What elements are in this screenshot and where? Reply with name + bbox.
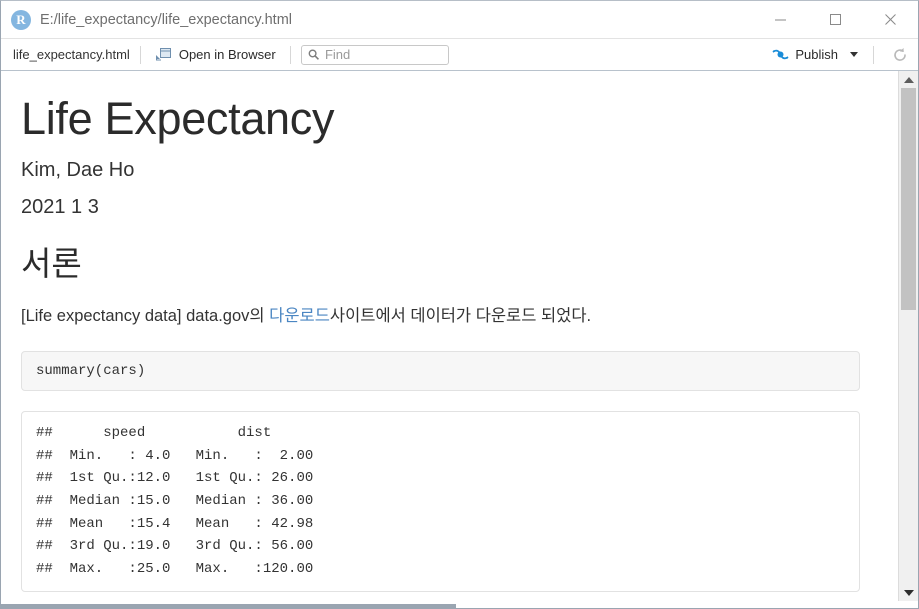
rstudio-viewer-window: ■ ■■ ■■■ ■ ■ ■ ■■■■ R E:/life_expectancy…	[0, 0, 919, 609]
toolbar-separator-2	[289, 45, 291, 64]
document-date: 2021 1 3	[21, 196, 99, 219]
horizontal-scroll-thumb[interactable]	[1, 604, 456, 608]
scroll-up-button[interactable]	[899, 71, 918, 88]
maximize-icon	[830, 14, 841, 25]
close-icon	[885, 14, 896, 25]
document-author: Kim, Dae Ho	[21, 159, 135, 182]
open-in-browser-icon	[155, 48, 171, 61]
open-in-browser-label: Open in Browser	[178, 47, 276, 62]
toolbar-separator-3	[873, 45, 874, 64]
title-bar: R E:/life_expectancy/life_expectancy.htm…	[1, 1, 918, 39]
content-area: Life Expectancy Kim, Dae Ho 2021 1 3 서론 …	[1, 71, 918, 601]
minimize-button[interactable]	[753, 1, 808, 38]
minimize-icon	[775, 19, 786, 21]
publish-icon	[773, 49, 789, 60]
rendered-html-document: Life Expectancy Kim, Dae Ho 2021 1 3 서론 …	[1, 71, 898, 601]
scroll-down-button[interactable]	[899, 584, 918, 601]
search-icon	[308, 49, 319, 60]
refresh-icon	[894, 47, 906, 61]
window-title: E:/life_expectancy/life_expectancy.html	[40, 11, 293, 28]
toolbar-right-group: Publish	[769, 39, 918, 70]
download-link[interactable]: 다운로드	[269, 307, 330, 325]
paragraph-text-after-link: 사이트에서 데이터가 다운로드 되었다.	[329, 307, 592, 326]
vertical-scroll-thumb[interactable]	[901, 88, 916, 310]
close-button[interactable]	[863, 1, 918, 38]
publish-button[interactable]: Publish	[769, 45, 841, 64]
viewer-toolbar: life_expectancy.html Open in Browser Fin…	[1, 39, 918, 71]
publish-label: Publish	[795, 47, 838, 62]
vertical-scroll-track[interactable]	[899, 88, 918, 584]
vertical-scrollbar[interactable]	[898, 71, 918, 601]
toolbar-filename: life_expectancy.html	[13, 47, 130, 62]
maximize-button[interactable]	[808, 1, 863, 38]
find-box[interactable]	[300, 44, 449, 65]
triangle-down-icon	[903, 589, 914, 596]
page-title: Life Expectancy	[21, 93, 335, 144]
window-controls	[753, 1, 918, 38]
triangle-up-icon	[903, 76, 914, 83]
r-output-block: ## speed dist ## Min. : 4.0 Min. : 2.00 …	[21, 411, 860, 592]
section-heading-intro: 서론	[21, 245, 82, 283]
rstudio-r-icon: R	[11, 9, 31, 30]
r-code-block: summary(cars)	[21, 351, 860, 392]
toolbar-separator-1	[139, 45, 141, 64]
paragraph-text-before-link: [Life expectancy data] data.gov의	[21, 307, 270, 326]
refresh-button[interactable]	[884, 45, 914, 65]
publish-dropdown-caret-icon[interactable]	[850, 52, 858, 57]
horizontal-scrollbar[interactable]	[1, 601, 918, 608]
intro-paragraph: [Life expectancy data] data.gov의 다운로드사이트…	[21, 305, 860, 329]
open-in-browser-button[interactable]: Open in Browser	[151, 45, 280, 64]
find-input[interactable]	[324, 47, 442, 62]
